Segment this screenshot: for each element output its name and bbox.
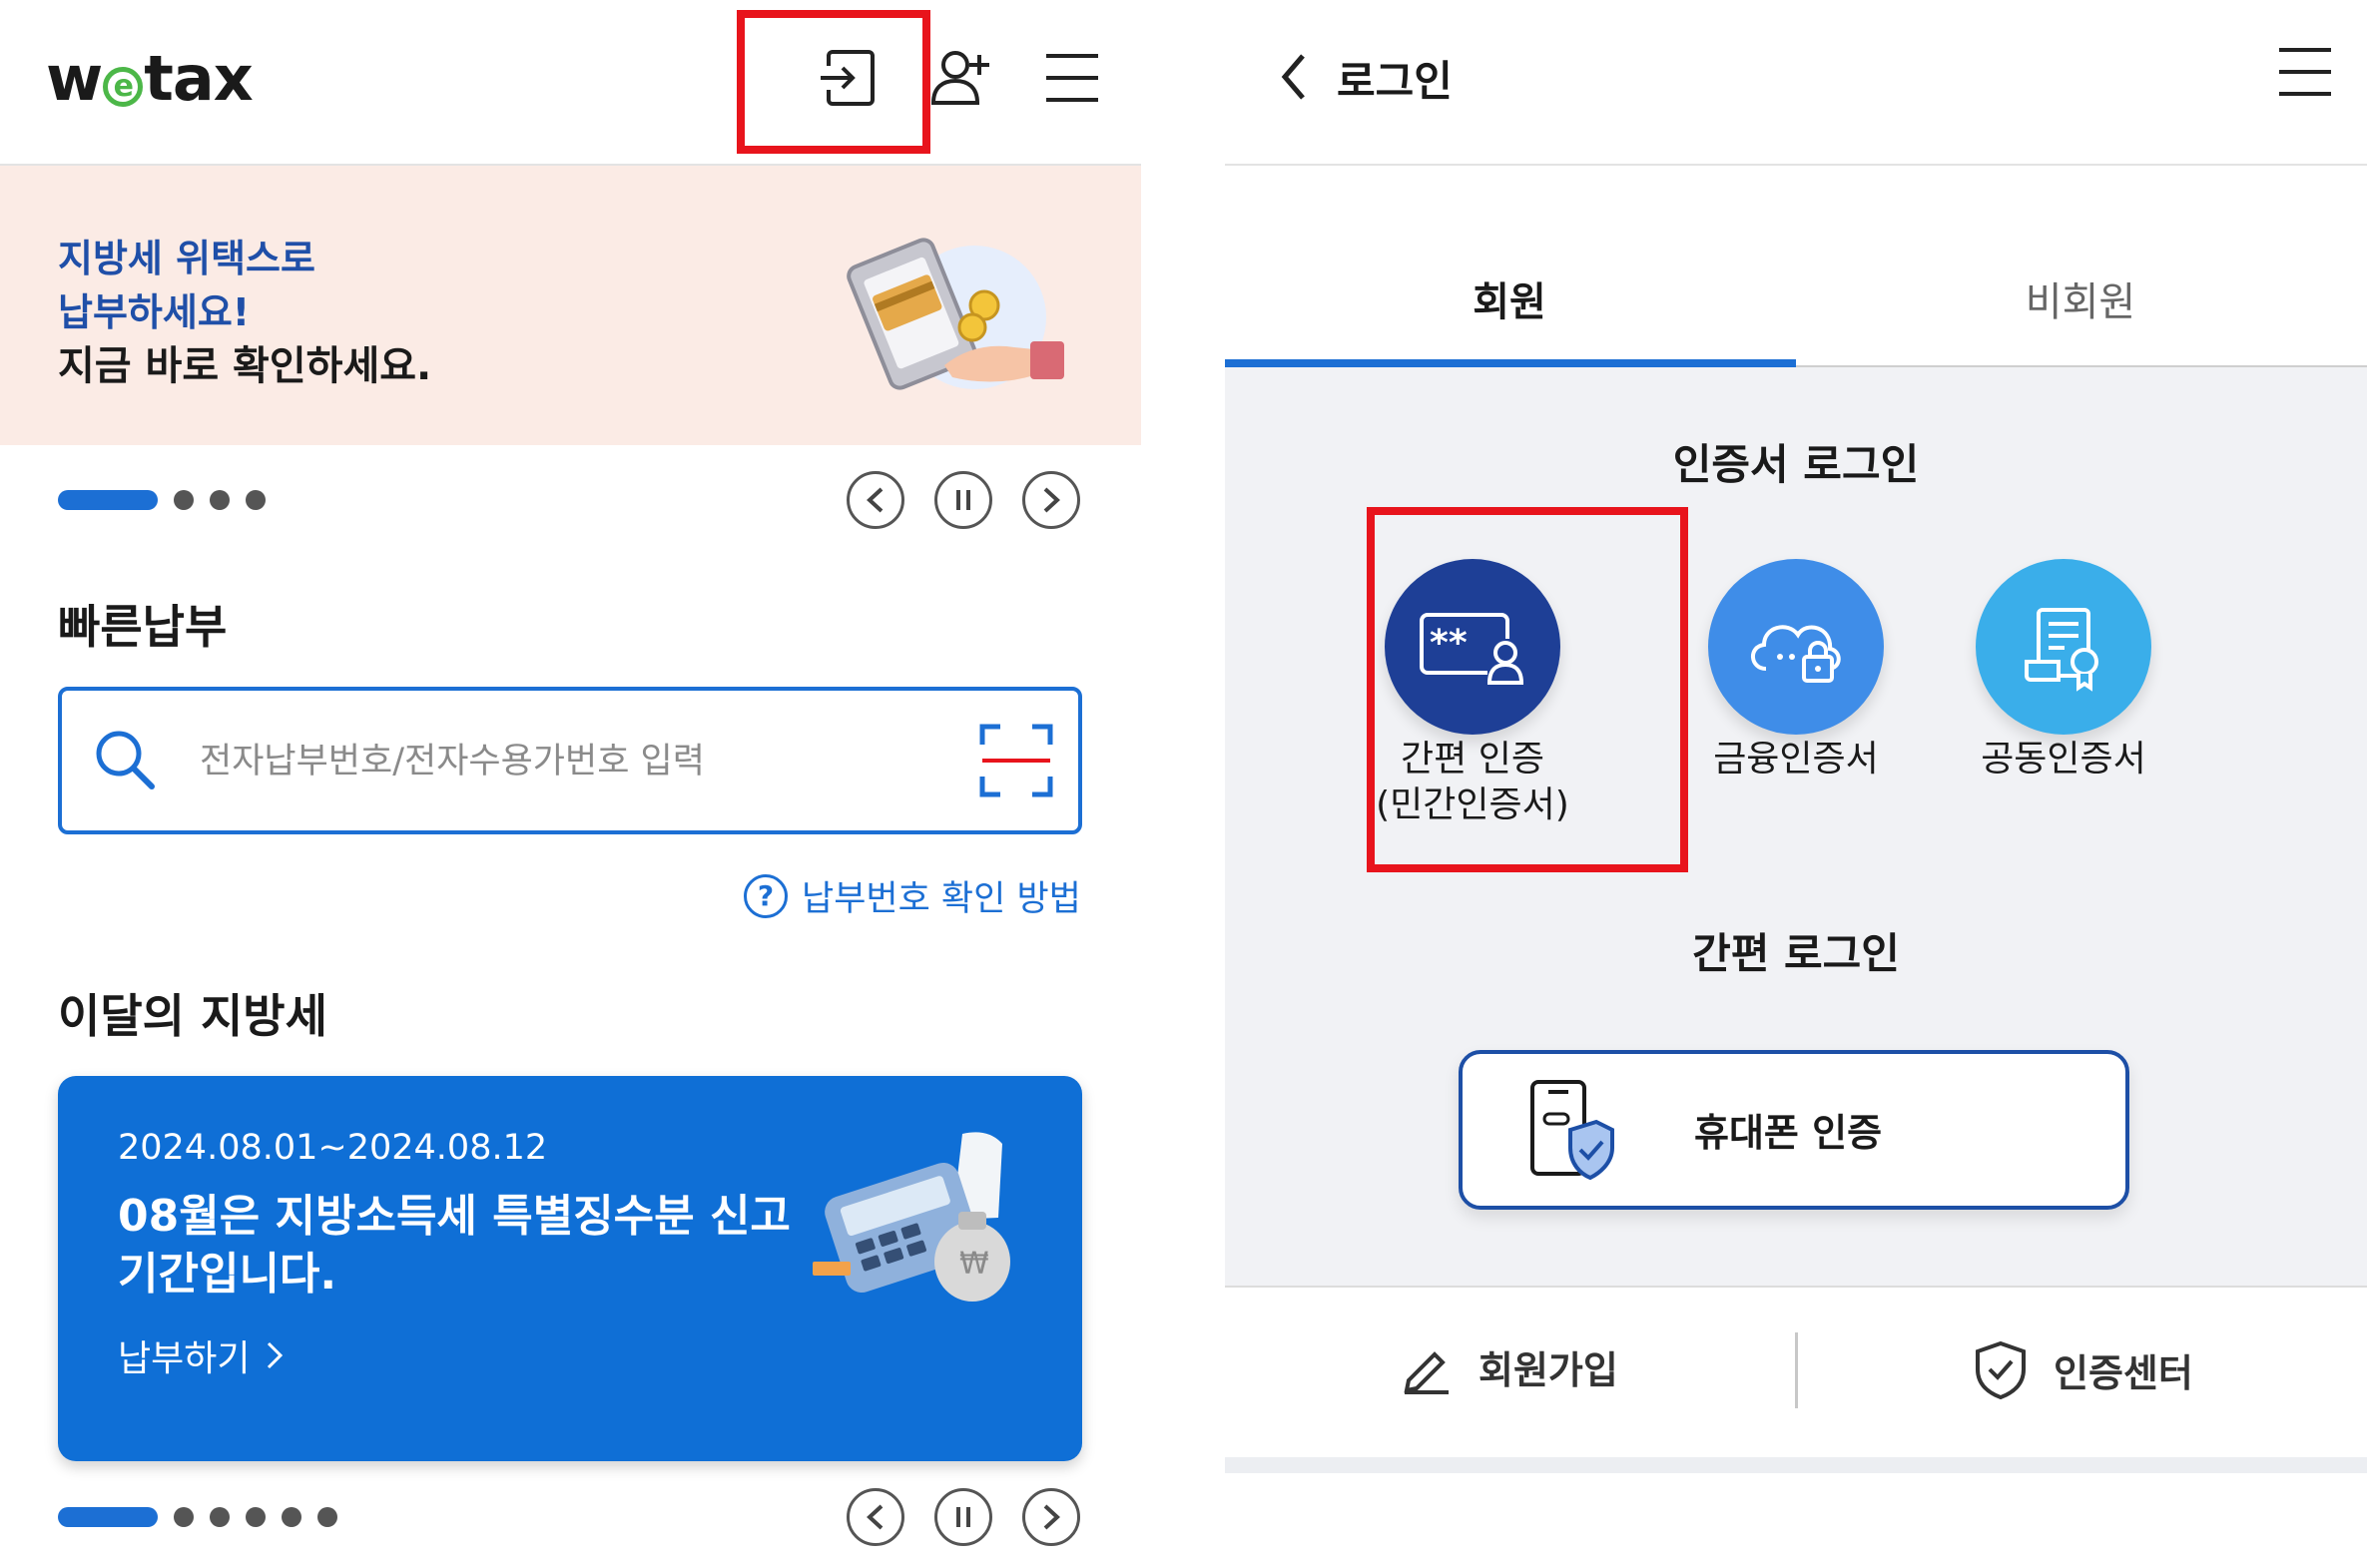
won-symbol: ₩ [959, 1247, 989, 1282]
page-title: 로그인 [1337, 57, 1453, 106]
footer-divider [1225, 1286, 2367, 1288]
cert-login-title: 인증서 로그인 [1672, 440, 1920, 489]
payment-number-input[interactable] [200, 735, 918, 788]
chevron-right-icon [268, 1341, 284, 1369]
monthly-tax-title: 이달의 지방세 [58, 989, 327, 1043]
pay-now-link[interactable]: 납부하기 [118, 1329, 284, 1381]
footer-separator [1795, 1332, 1798, 1408]
simple-auth-highlight-box [1367, 507, 1688, 872]
card-pager-dot[interactable] [174, 1507, 194, 1527]
card-pager-dot[interactable] [317, 1507, 337, 1527]
signup-label: 회원가입 [1479, 1348, 1618, 1392]
tab-member[interactable]: 회원 [1225, 269, 1794, 327]
active-tab-indicator [1225, 359, 1796, 367]
joint-cert-label: 공동인증서 [1981, 739, 2146, 780]
financial-cert-button[interactable] [1708, 559, 1884, 735]
cert-center-link[interactable]: 인증센터 [1974, 1339, 2193, 1399]
phone-shield-icon [1526, 1078, 1616, 1186]
quick-pay-title: 빠른납부 [58, 600, 228, 654]
card-headline-1: 08월은 지방소득세 특별징수분 신고 [118, 1191, 791, 1242]
question-icon: ? [744, 873, 788, 918]
banner-pager-dot[interactable] [210, 490, 230, 510]
banner-line-2: 납부하세요! [58, 290, 251, 334]
card-terminal-illustration: ₩ [813, 1128, 1032, 1311]
card-pager-dot[interactable] [246, 1507, 266, 1527]
card-pager-dot[interactable] [210, 1507, 230, 1527]
banner-pager-active[interactable] [58, 490, 158, 510]
banner-pager-dot[interactable] [246, 490, 266, 510]
phone-payment-illustration [835, 238, 1074, 401]
banner-pager-dot[interactable] [174, 490, 194, 510]
phone-auth-label: 휴대폰 인증 [1694, 1111, 1883, 1155]
back-arrow-icon[interactable] [1277, 52, 1311, 106]
wetax-logo[interactable]: w e tax [46, 42, 254, 115]
signup-link[interactable]: 회원가입 [1399, 1339, 1618, 1394]
footer-bottom-bar [1225, 1457, 2367, 1473]
menu-icon[interactable] [2275, 44, 2335, 104]
card-pager-dot[interactable] [282, 1507, 301, 1527]
help-link-label: 납부번호 확인 방법 [802, 879, 1081, 919]
card-prev-button[interactable] [847, 1488, 904, 1546]
banner-line-1: 지방세 위택스로 [58, 237, 315, 280]
wetax-home-screen: w e tax 지방세 위택스로 납부하세요! 지금 바로 확인하세요. 빠른납… [0, 0, 1141, 1568]
pay-now-label: 납부하기 [118, 1338, 251, 1379]
shield-check-icon [1976, 1340, 2026, 1399]
login-screen: 로그인 회원 비회원 인증서 로그인 ** 간편 인증 (민간인증서) 금융인증… [1225, 0, 2367, 1568]
tab-non-member[interactable]: 비회원 [1796, 269, 2365, 327]
card-next-button[interactable] [1022, 1488, 1080, 1546]
financial-cert-label: 금융인증서 [1713, 739, 1879, 780]
card-headline-2: 기간입니다. [118, 1249, 337, 1300]
search-icon[interactable] [92, 727, 158, 796]
banner-pause-button[interactable] [934, 471, 992, 529]
menu-icon[interactable] [1032, 38, 1112, 118]
banner-prev-button[interactable] [847, 471, 904, 529]
card-date-range: 2024.08.01~2024.08.12 [118, 1128, 548, 1168]
joint-cert-button[interactable] [1976, 559, 2151, 735]
payment-number-help-link[interactable]: ? 납부번호 확인 방법 [744, 870, 1081, 921]
scan-icon[interactable] [978, 723, 1054, 802]
banner-line-3: 지금 바로 확인하세요. [58, 343, 432, 389]
banner-next-button[interactable] [1022, 471, 1080, 529]
card-pager-active[interactable] [58, 1507, 158, 1527]
cert-center-label: 인증센터 [2054, 1350, 2193, 1395]
certificate-doc-icon [1976, 559, 2151, 735]
login-highlight-box [737, 10, 930, 154]
header-divider [1225, 164, 2367, 166]
cloud-lock-icon [1708, 559, 1884, 735]
card-pause-button[interactable] [934, 1488, 992, 1546]
add-user-icon[interactable] [920, 38, 1000, 118]
simple-login-title: 간편 로그인 [1692, 929, 1900, 978]
pencil-icon [1404, 1350, 1449, 1394]
